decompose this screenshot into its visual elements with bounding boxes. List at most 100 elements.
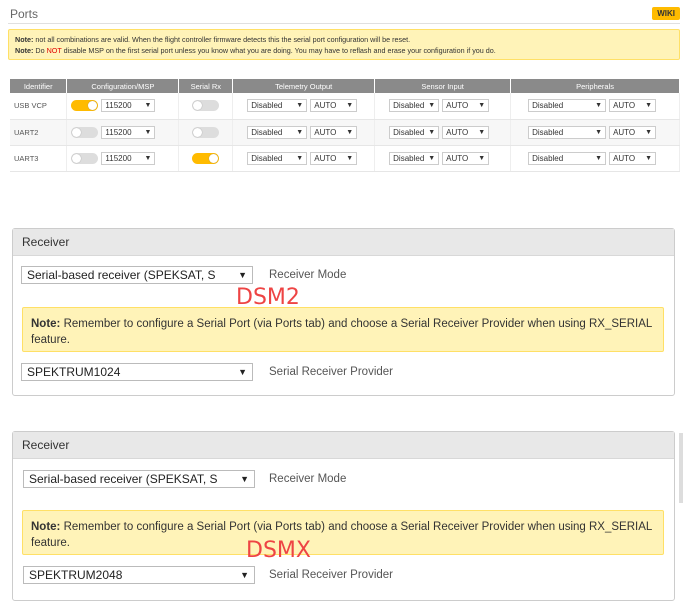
telemetry-cell: Disabled ▼ AUTO ▼ [232, 93, 376, 120]
col-telemetry-output: Telemetry Output [232, 79, 376, 93]
chevron-down-icon: ▼ [296, 128, 304, 136]
chevron-down-icon: ▼ [478, 154, 486, 162]
wiki-button[interactable]: WIKI [652, 7, 680, 20]
chevron-down-icon: ▼ [645, 102, 653, 110]
table-row: UART2 115200 ▼ Disabled ▼ AUTO ▼ Disabled ▼ AUTO ▼… [10, 119, 680, 146]
chevron-down-icon: ▼ [645, 154, 653, 162]
chevron-down-icon: ▼ [296, 102, 304, 110]
serial-provider-label-1: Serial Receiver Provider [269, 366, 393, 378]
sensor-select[interactable]: Disabled ▼ [389, 125, 440, 139]
serial-rx-cell [178, 119, 234, 146]
msp-baud-select[interactable]: 115200 ▼ [101, 151, 156, 165]
chevron-down-icon: ▼ [645, 128, 653, 136]
receiver-note-1: Note: Remember to configure a Serial Por… [22, 307, 664, 352]
peripheral-select[interactable]: Disabled ▼ [528, 99, 607, 113]
chevron-down-icon: ▼ [144, 154, 152, 162]
serial-rx-cell [178, 93, 234, 120]
col-serial-rx: Serial Rx [178, 79, 234, 93]
msp-baud-select[interactable]: 115200 ▼ [101, 99, 156, 113]
chevron-down-icon: ▼ [595, 128, 603, 136]
telemetry-select[interactable]: Disabled ▼ [247, 125, 308, 139]
chevron-down-icon: ▼ [428, 128, 436, 136]
sensor-cell: Disabled ▼ AUTO ▼ [374, 145, 512, 172]
chevron-down-icon: ▼ [595, 154, 603, 162]
telemetry-select[interactable]: Disabled ▼ [247, 151, 308, 165]
ports-table: Identifier Configuration/MSP Serial Rx T… [10, 79, 680, 172]
sensor-cell: Disabled ▼ AUTO ▼ [374, 93, 512, 120]
telemetry-baud-select[interactable]: AUTO ▼ [310, 99, 358, 113]
peripheral-baud-select[interactable]: AUTO ▼ [609, 125, 657, 139]
sensor-baud-select[interactable]: AUTO ▼ [442, 151, 490, 165]
chevron-down-icon: ▼ [235, 267, 247, 283]
serial-rx-toggle[interactable] [192, 126, 220, 138]
serial-provider-value-2: SPEKTRUM2048 [29, 568, 123, 582]
peripheral-select[interactable]: Disabled ▼ [528, 125, 607, 139]
scrollbar[interactable] [679, 433, 683, 503]
chevron-down-icon: ▼ [346, 102, 354, 110]
col-sensor-input: Sensor Input [374, 79, 512, 93]
peripherals-cell: Disabled ▼ AUTO ▼ [510, 145, 680, 172]
msp-toggle[interactable] [71, 152, 99, 164]
receiver-mode-label-1: Receiver Mode [269, 269, 347, 281]
ports-note-line-2: Note: Do NOT disable MSP on the first se… [15, 46, 496, 55]
chevron-down-icon: ▼ [144, 102, 152, 110]
sensor-cell: Disabled ▼ AUTO ▼ [374, 119, 512, 146]
ports-title: Ports [10, 7, 39, 21]
ports-note: Note: not all combinations are valid. Wh… [8, 29, 680, 60]
peripheral-baud-select[interactable]: AUTO ▼ [609, 99, 657, 113]
serial-provider-select-2[interactable]: SPEKTRUM2048 ▼ [23, 566, 255, 584]
config-msp-cell: 115200 ▼ [66, 93, 180, 120]
sensor-baud-select[interactable]: AUTO ▼ [442, 125, 490, 139]
msp-baud-select[interactable]: 115200 ▼ [101, 125, 156, 139]
table-row: UART3 115200 ▼ Disabled ▼ AUTO ▼ Disabled ▼ AUTO ▼… [10, 145, 680, 172]
chevron-down-icon: ▼ [144, 128, 152, 136]
peripherals-cell: Disabled ▼ AUTO ▼ [510, 119, 680, 146]
telemetry-select[interactable]: Disabled ▼ [247, 99, 308, 113]
config-msp-cell: 115200 ▼ [66, 119, 180, 146]
receiver-mode-value-1: Serial-based receiver (SPEKSAT, S [27, 268, 216, 282]
receiver-panel-1: Receiver Serial-based receiver (SPEKSAT,… [12, 228, 675, 396]
chevron-down-icon: ▼ [346, 154, 354, 162]
chevron-down-icon: ▼ [237, 471, 249, 487]
msp-toggle[interactable] [71, 126, 99, 138]
receiver-panel-2: Receiver Serial-based receiver (SPEKSAT,… [12, 431, 675, 601]
table-row: USB VCP 115200 ▼ Disabled ▼ AUTO ▼ Disabled ▼ AUT… [10, 93, 680, 120]
receiver-panel-2-title: Receiver [13, 432, 674, 459]
serial-rx-toggle[interactable] [192, 100, 220, 112]
serial-provider-select-1[interactable]: SPEKTRUM1024 ▼ [21, 363, 253, 381]
receiver-panel-1-title: Receiver [13, 229, 674, 256]
telemetry-cell: Disabled ▼ AUTO ▼ [232, 119, 376, 146]
receiver-mode-select-2[interactable]: Serial-based receiver (SPEKSAT, S ▼ [23, 470, 255, 488]
sensor-baud-select[interactable]: AUTO ▼ [442, 99, 490, 113]
ports-note-line-1: Note: not all combinations are valid. Wh… [15, 35, 411, 44]
msp-toggle[interactable] [71, 100, 99, 112]
serial-rx-toggle[interactable] [192, 152, 220, 164]
annotation-dsmx: DSMX [246, 538, 311, 563]
port-identifier: UART3 [10, 145, 68, 172]
chevron-down-icon: ▼ [235, 364, 247, 380]
chevron-down-icon: ▼ [428, 102, 436, 110]
annotation-dsm2: DSM2 [236, 285, 300, 310]
config-msp-cell: 115200 ▼ [66, 145, 180, 172]
serial-provider-label-2: Serial Receiver Provider [269, 569, 393, 581]
receiver-mode-label-2: Receiver Mode [269, 473, 347, 485]
telemetry-cell: Disabled ▼ AUTO ▼ [232, 145, 376, 172]
telemetry-baud-select[interactable]: AUTO ▼ [310, 125, 358, 139]
peripheral-select[interactable]: Disabled ▼ [528, 151, 607, 165]
chevron-down-icon: ▼ [237, 567, 249, 583]
sensor-select[interactable]: Disabled ▼ [389, 99, 440, 113]
col-configuration-msp: Configuration/MSP [66, 79, 180, 93]
ports-header: Ports WIKI [8, 6, 680, 24]
col-peripherals: Peripherals [510, 79, 680, 93]
serial-provider-value-1: SPEKTRUM1024 [27, 365, 121, 379]
chevron-down-icon: ▼ [428, 154, 436, 162]
chevron-down-icon: ▼ [478, 102, 486, 110]
receiver-note-2: Note: Remember to configure a Serial Por… [22, 510, 664, 555]
chevron-down-icon: ▼ [346, 128, 354, 136]
receiver-mode-select-1[interactable]: Serial-based receiver (SPEKSAT, S ▼ [21, 266, 253, 284]
chevron-down-icon: ▼ [478, 128, 486, 136]
sensor-select[interactable]: Disabled ▼ [389, 151, 440, 165]
col-identifier: Identifier [10, 79, 68, 93]
telemetry-baud-select[interactable]: AUTO ▼ [310, 151, 358, 165]
peripheral-baud-select[interactable]: AUTO ▼ [609, 151, 657, 165]
